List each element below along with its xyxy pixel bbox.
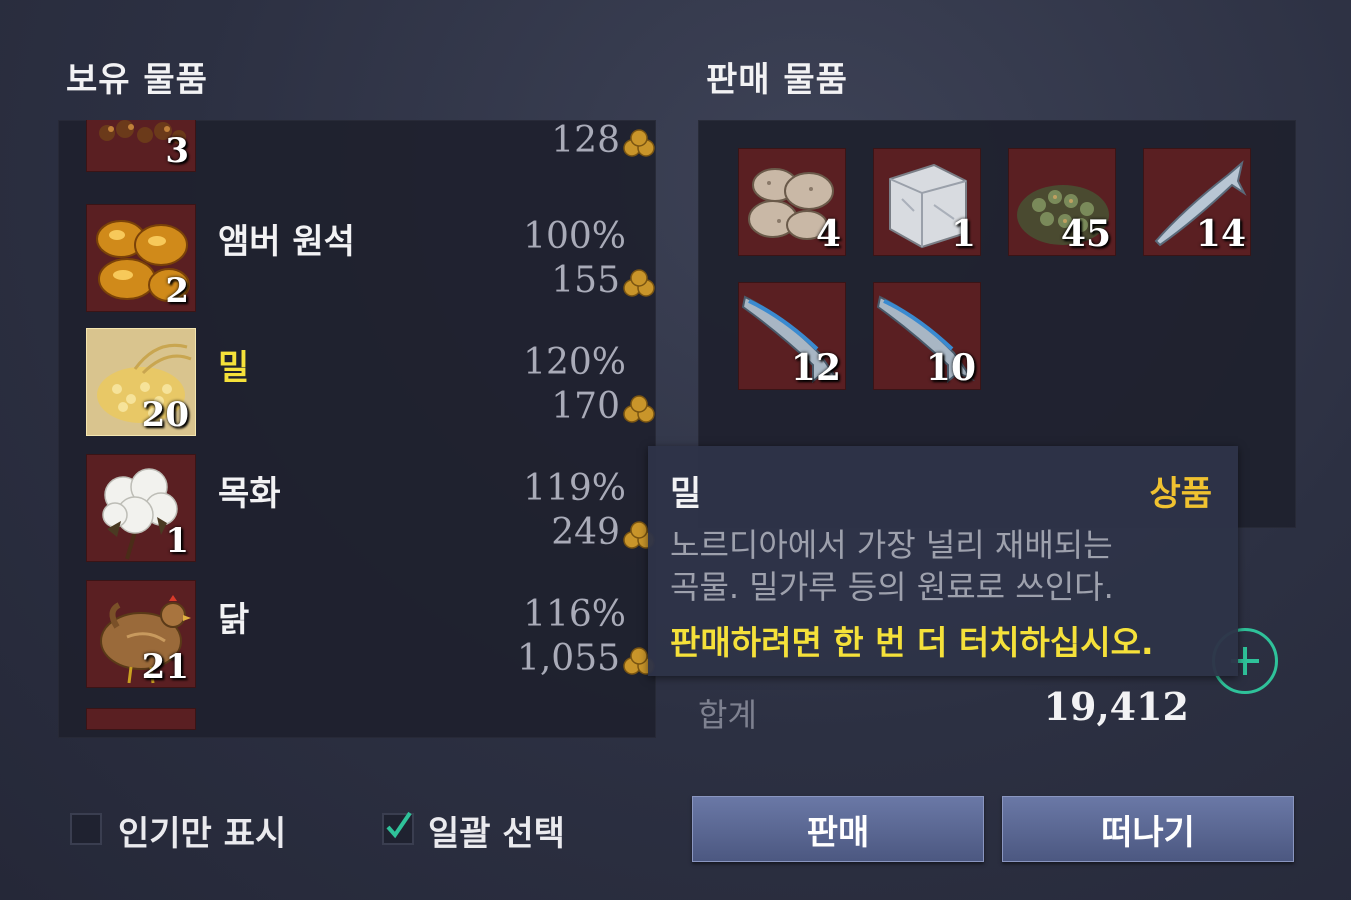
item-name: 앰버 원석 [218, 222, 355, 262]
sale-slot[interactable]: 14 [1143, 148, 1251, 256]
amber-icon: 2 [86, 204, 196, 312]
item-count: 4 [815, 213, 841, 255]
item-name: 밀 [218, 348, 250, 388]
item-count: 14 [1195, 213, 1246, 255]
item-count: 3 [165, 131, 189, 171]
item-name: 목화 [218, 474, 281, 514]
ore-cluster-icon: 3 [86, 120, 196, 172]
item-count: 2 [165, 271, 189, 311]
wheat-icon: 20 [86, 328, 196, 436]
coin-icon [623, 395, 655, 423]
owned-item-row[interactable]: 2 앰버 원석 100% 155 [58, 202, 656, 314]
tooltip-item-grade: 상품 [1149, 474, 1212, 514]
tooltip-hint: 판매하려면 한 번 더 터치하십시오. [670, 623, 1154, 662]
total-label: 합계 [698, 696, 757, 734]
sale-slot[interactable]: 4 [738, 148, 846, 256]
item-price: 155 [551, 260, 620, 301]
tooltip-description-line: 곡물. 밀가루 등의 원료로 쓰인다. [670, 568, 1114, 606]
item-count: 1 [950, 213, 976, 255]
coin-icon [623, 269, 655, 297]
owned-item-row-selected[interactable]: 20 밀 120% 170 [58, 328, 656, 440]
item-count: 21 [141, 647, 189, 687]
owned-items-title: 보유 물품 [66, 60, 208, 100]
item-price: 128 [551, 120, 620, 161]
sale-slot[interactable]: 45 [1008, 148, 1116, 256]
item-demand-percent: 119% [523, 468, 626, 509]
item-demand-percent: 100% [523, 216, 626, 257]
cotton-icon: 1 [86, 454, 196, 562]
item-name: 닭 [218, 600, 250, 640]
item-thumbnail [86, 708, 196, 730]
sell-button[interactable]: 판매 [692, 796, 984, 862]
item-demand-percent: 116% [523, 594, 626, 635]
popular-only-label: 인기만 표시 [118, 814, 287, 854]
select-all-checkbox[interactable] [382, 811, 414, 845]
sale-slot[interactable]: 10 [873, 282, 981, 390]
tooltip-description: 노르디아에서 가장 널리 재배되는 곡물. 밀가루 등의 원료로 쓰인다. [670, 524, 1230, 608]
total-value: 19,412 [1043, 684, 1189, 729]
coin-icon [623, 129, 655, 157]
popular-only-checkbox[interactable] [70, 813, 102, 845]
chicken-icon: 21 [86, 580, 196, 688]
item-count: 1 [165, 521, 189, 561]
item-count: 20 [141, 395, 189, 435]
leave-button[interactable]: 떠나기 [1002, 796, 1294, 862]
item-tooltip[interactable]: 밀 상품 노르디아에서 가장 널리 재배되는 곡물. 밀가루 등의 원료로 쓰인… [648, 446, 1238, 676]
item-price: 249 [551, 512, 620, 553]
sale-slot[interactable]: 1 [873, 148, 981, 256]
select-all-label: 일괄 선택 [428, 814, 565, 854]
item-count: 10 [925, 347, 976, 389]
tooltip-item-name: 밀 [670, 474, 702, 514]
tooltip-description-line: 노르디아에서 가장 널리 재배되는 [670, 526, 1113, 564]
owned-items-list[interactable]: 3 128 2 앰버 원석 100% 155 20 밀 120% 170 1 목… [58, 120, 656, 738]
item-price: 170 [551, 386, 620, 427]
item-count: 12 [790, 347, 841, 389]
item-count: 45 [1060, 213, 1111, 255]
owned-item-row[interactable]: 1 목화 119% 249 [58, 454, 656, 566]
checkmark-icon [386, 811, 412, 839]
owned-item-row[interactable]: 21 닭 116% 1,055 [58, 580, 656, 692]
item-price: 1,055 [516, 638, 620, 679]
item-demand-percent: 120% [523, 342, 626, 383]
sale-slot[interactable]: 12 [738, 282, 846, 390]
sale-items-title: 판매 물품 [706, 60, 848, 100]
